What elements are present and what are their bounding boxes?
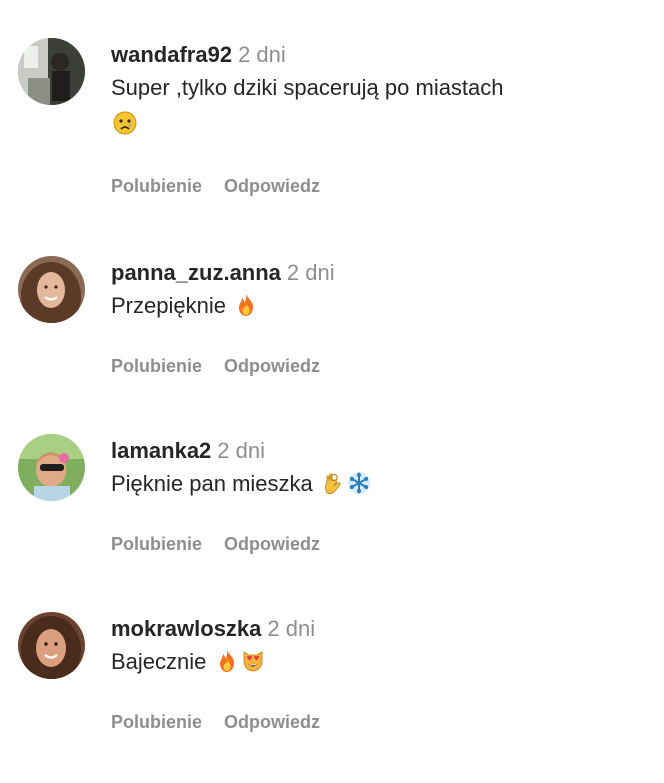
fire-emoji	[234, 293, 258, 317]
comment-username[interactable]: wandafra92	[111, 42, 232, 67]
like-button[interactable]: Polubienie	[111, 534, 202, 554]
comment-actions: Polubienie Odpowiedz	[111, 534, 320, 555]
like-button[interactable]: Polubienie	[111, 712, 202, 732]
snowflake-emoji	[347, 471, 371, 495]
crying-face-emoji	[113, 111, 137, 135]
comment-actions: Polubienie Odpowiedz	[111, 176, 320, 197]
like-button[interactable]: Polubienie	[111, 176, 202, 196]
comment-text-block: Bajecznie	[111, 644, 531, 680]
comment-text-block: Super ,tylko dziki spacerują po miastach	[111, 70, 531, 142]
comment-timestamp[interactable]: 2 dni	[267, 616, 315, 641]
comment-text-block: Pięknie pan mieszka	[111, 466, 531, 502]
heart-eyes-cat-emoji	[241, 649, 265, 673]
comment-text: Pięknie pan mieszka	[111, 471, 313, 496]
comment-timestamp[interactable]: 2 dni	[287, 260, 335, 285]
comment-item: mokrawloszka 2 dni Bajecznie Polubienie Od…	[18, 612, 638, 782]
comment-username[interactable]: panna_zuz.anna	[111, 260, 281, 285]
avatar-lamanka2[interactable]	[18, 434, 85, 501]
avatar-mokrawloszka[interactable]	[18, 612, 85, 679]
comments-list: wandafra92 2 dni Super ,tylko dziki space…	[0, 0, 664, 783]
reply-button[interactable]: Odpowiedz	[224, 176, 320, 196]
fire-emoji	[215, 649, 239, 673]
avatar-image	[18, 38, 85, 105]
reply-button[interactable]: Odpowiedz	[224, 712, 320, 732]
comment-item: panna_zuz.anna 2 dni Przepięknie Polubien…	[18, 256, 638, 426]
reply-button[interactable]: Odpowiedz	[224, 356, 320, 376]
comment-text: Super ,tylko dziki spacerują po miastach	[111, 75, 504, 100]
comment-actions: Polubienie Odpowiedz	[111, 712, 320, 733]
comment-text: Przepięknie	[111, 293, 226, 318]
avatar-image	[18, 434, 85, 501]
avatar-panna-zuz-anna[interactable]	[18, 256, 85, 323]
comment-username[interactable]: mokrawloszka	[111, 616, 261, 641]
like-button[interactable]: Polubienie	[111, 356, 202, 376]
avatar-image	[18, 612, 85, 679]
comment-actions: Polubienie Odpowiedz	[111, 356, 320, 377]
comment-timestamp[interactable]: 2 dni	[217, 438, 265, 463]
comment-text: Bajecznie	[111, 649, 207, 674]
comment-timestamp[interactable]: 2 dni	[238, 42, 286, 67]
ok-hand-emoji	[321, 471, 345, 495]
comment-username[interactable]: lamanka2	[111, 438, 211, 463]
comment-item: lamanka2 2 dni Pięknie pan mieszka Polubi…	[18, 434, 638, 604]
comment-text-block: Przepięknie	[111, 288, 531, 324]
comment-item: wandafra92 2 dni Super ,tylko dziki space…	[18, 38, 638, 208]
reply-button[interactable]: Odpowiedz	[224, 534, 320, 554]
avatar-image	[18, 256, 85, 323]
avatar-wandafra92[interactable]	[18, 38, 85, 105]
